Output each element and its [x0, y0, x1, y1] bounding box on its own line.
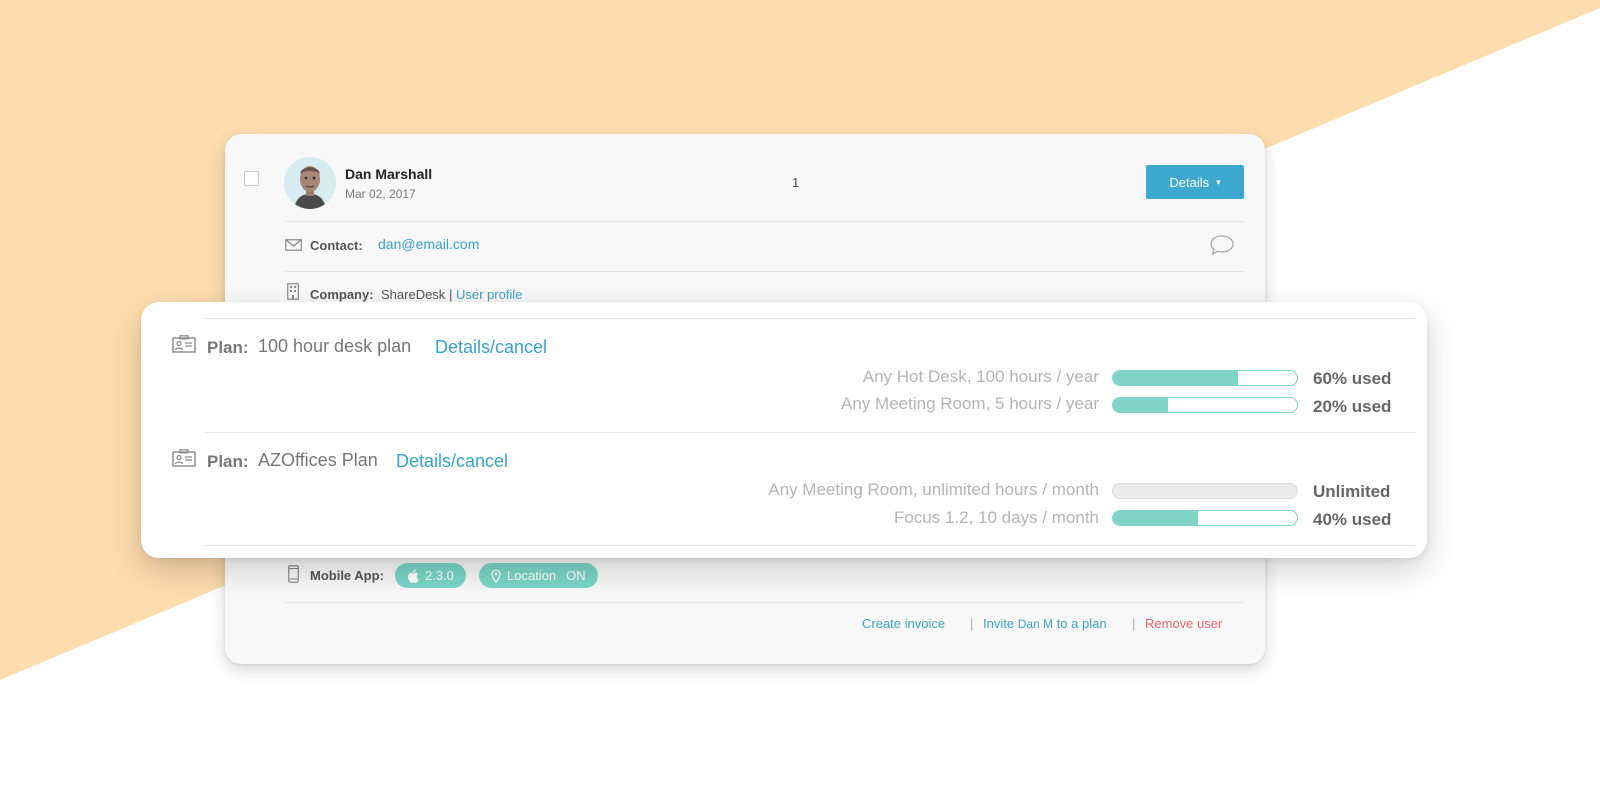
- usage-progress-bar: [1112, 483, 1298, 499]
- plan-details-cancel-link[interactable]: Details/cancel: [435, 337, 547, 358]
- divider: [205, 432, 1415, 433]
- user-profile-link[interactable]: User profile: [456, 287, 522, 302]
- invite-suffix: to a plan: [1056, 616, 1107, 631]
- contact-label: Contact:: [310, 238, 363, 253]
- id-card-icon: [172, 449, 196, 467]
- plan-name: AZOffices Plan: [258, 450, 378, 470]
- usage-label: Any Hot Desk, 100 hours / year: [862, 367, 1099, 386]
- comment-icon[interactable]: [1209, 234, 1235, 256]
- usage-fill: [1113, 511, 1198, 525]
- usage-progress-bar: [1112, 370, 1298, 386]
- app-version-badge: 2.3.0: [395, 563, 466, 588]
- usage-label: Any Meeting Room, unlimited hours / mont…: [768, 480, 1099, 499]
- plans-panel: Plan: 100 hour desk plan Details/cancel …: [141, 302, 1427, 558]
- divider: [285, 221, 1244, 222]
- usage-value: Unlimited: [1313, 482, 1391, 501]
- caret-down-icon: ▾: [1216, 176, 1221, 187]
- company-name: ShareDesk | User profile: [381, 287, 522, 302]
- id-card-icon: [172, 335, 196, 353]
- building-icon: [287, 283, 299, 300]
- user-count: 1: [792, 175, 800, 190]
- app-version: 2.3.0: [425, 568, 454, 583]
- separator: |: [1132, 616, 1136, 631]
- invite-name: Dan M: [1017, 617, 1054, 631]
- usage-progress-bar: [1112, 397, 1298, 413]
- divider: [205, 545, 1415, 546]
- plan-label: Plan:: [207, 452, 249, 471]
- location-badge: Location ON: [479, 563, 598, 588]
- user-join-date: Mar 02, 2017: [345, 187, 416, 201]
- usage-fill: [1113, 398, 1169, 412]
- location-status: ON: [566, 568, 586, 583]
- company-value: ShareDesk: [381, 287, 446, 302]
- invite-to-plan-link[interactable]: Invite Dan M to a plan: [983, 616, 1107, 631]
- usage-value: 20% used: [1313, 397, 1392, 416]
- divider: [205, 318, 1415, 319]
- location-label: Location: [507, 568, 557, 583]
- divider: [285, 602, 1244, 603]
- details-button-label: Details: [1169, 174, 1210, 190]
- divider: [285, 271, 1244, 272]
- company-label: Company:: [310, 287, 374, 302]
- plan-name: 100 hour desk plan: [258, 336, 412, 356]
- apple-icon: [408, 568, 419, 583]
- separator: |: [448, 287, 453, 302]
- remove-user-link[interactable]: Remove user: [1145, 616, 1222, 631]
- details-dropdown-button[interactable]: Details ▾: [1146, 165, 1244, 199]
- location-pin-icon: [491, 568, 501, 583]
- create-invoice-link[interactable]: Create invoice: [862, 616, 945, 631]
- contact-email-link[interactable]: dan@email.com: [378, 236, 479, 252]
- mobile-app-label: Mobile App:: [310, 568, 384, 583]
- plan-label: Plan:: [207, 338, 249, 357]
- envelope-icon: [285, 239, 302, 251]
- usage-progress-bar: [1112, 510, 1298, 526]
- user-name: Dan Marshall: [345, 166, 433, 182]
- usage-label: Any Meeting Room, 5 hours / year: [841, 394, 1099, 413]
- select-checkbox[interactable]: [244, 171, 259, 186]
- invite-prefix: Invite: [983, 616, 1015, 631]
- avatar: [284, 157, 336, 209]
- mobile-phone-icon: [288, 565, 299, 583]
- usage-value: 60% used: [1313, 369, 1392, 388]
- plan-details-cancel-link[interactable]: Details/cancel: [396, 451, 508, 472]
- usage-label: Focus 1.2, 10 days / month: [893, 508, 1099, 527]
- separator: |: [970, 616, 974, 631]
- usage-value: 40% used: [1313, 510, 1392, 529]
- usage-fill: [1113, 371, 1239, 385]
